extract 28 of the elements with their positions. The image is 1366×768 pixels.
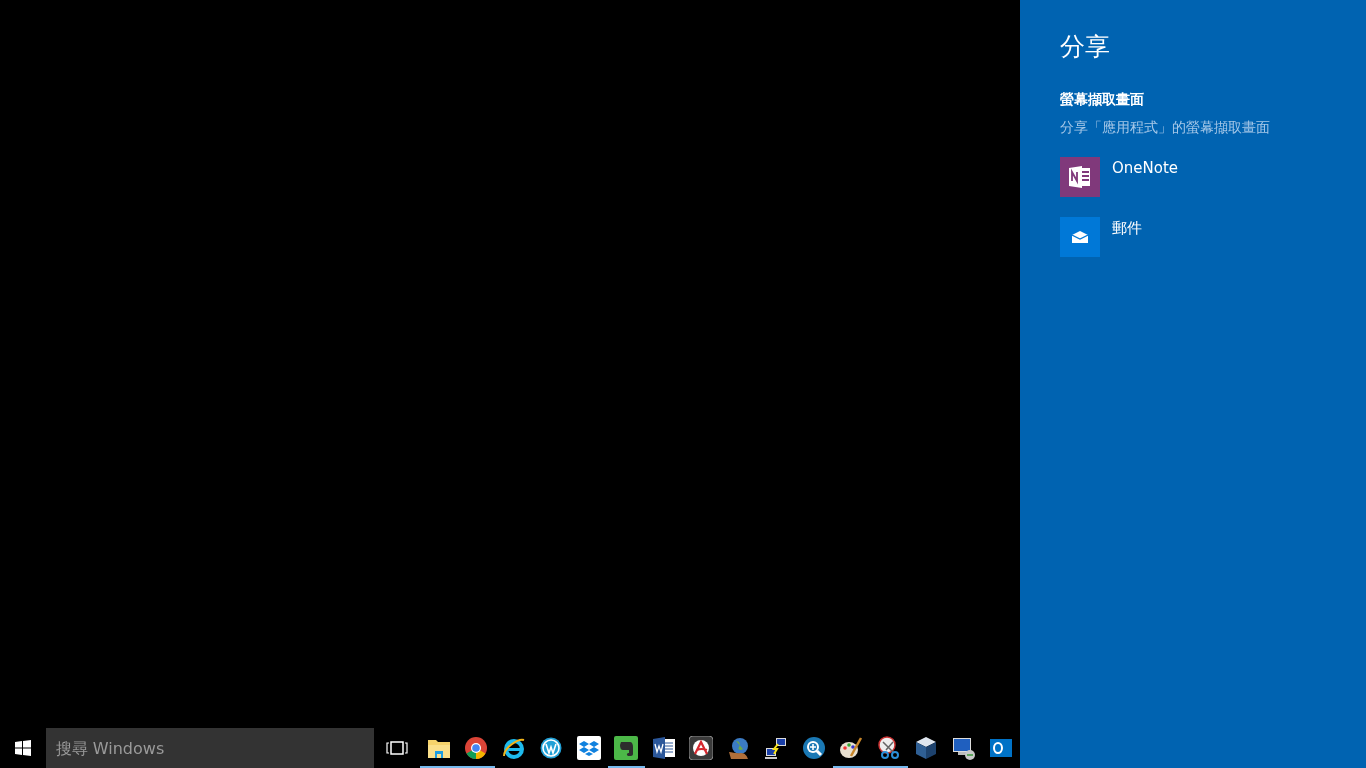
document-icon <box>651 736 676 760</box>
share-target-item[interactable]: 郵件 <box>1060 217 1326 257</box>
globe-icon <box>726 736 751 760</box>
scissors-icon <box>876 736 901 760</box>
palette-icon <box>839 736 864 760</box>
target-label: OneNote <box>1112 159 1179 179</box>
box-icon <box>576 736 601 760</box>
mail-icon <box>1060 217 1100 257</box>
task-view-icon <box>386 741 409 755</box>
elephant-icon <box>614 736 639 760</box>
cube-icon <box>914 736 939 760</box>
browser-icon <box>464 736 489 760</box>
share-subtitle: 螢幕擷取畫面 <box>1060 91 1145 109</box>
network-icon <box>764 736 789 760</box>
share-target-item[interactable]: OneNote <box>1060 157 1326 197</box>
target-label: 郵件 <box>1112 219 1142 239</box>
share-description: 分享「應用程式」的螢幕擷取畫面 <box>1060 119 1271 137</box>
blog-icon <box>540 737 563 759</box>
browser-icon <box>501 736 526 760</box>
folder-icon <box>426 737 451 759</box>
document-icon <box>689 736 714 760</box>
magnifier-icon <box>801 736 826 760</box>
notebook-icon <box>1060 157 1100 197</box>
panel-title: 分享 <box>1060 31 1111 63</box>
windows-logo-icon <box>14 740 31 756</box>
monitor-icon <box>951 736 976 760</box>
mail-app-icon <box>989 736 1014 760</box>
search-field[interactable]: 搜尋 Windows <box>45 728 375 768</box>
